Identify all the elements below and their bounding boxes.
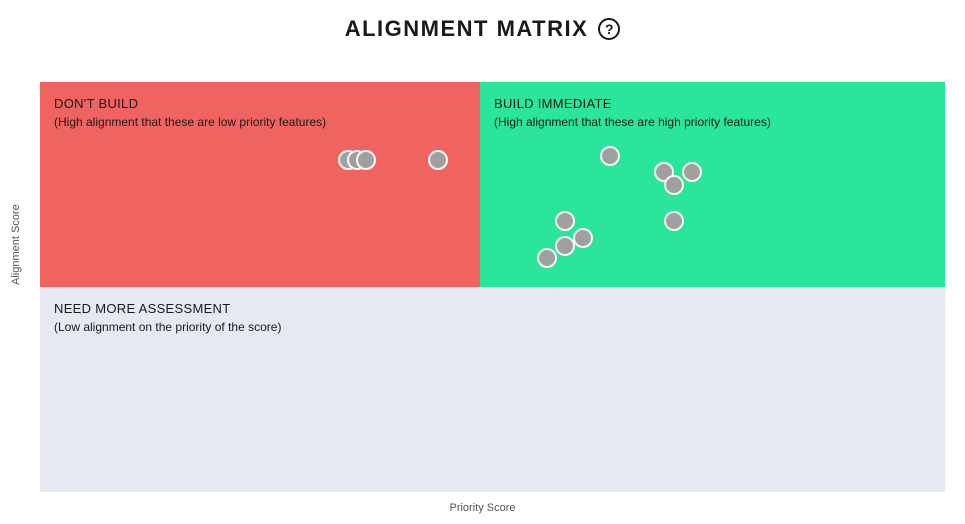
x-axis-label: Priority Score	[0, 502, 965, 514]
feature-dot[interactable]	[555, 211, 575, 231]
feature-dot[interactable]	[573, 228, 593, 248]
quadrant-subtitle: (Low alignment on the priority of the sc…	[54, 320, 931, 334]
y-axis-label: Alignment Score	[10, 204, 22, 285]
page-title: ALIGNMENT MATRIX	[345, 16, 589, 42]
feature-dot[interactable]	[356, 150, 376, 170]
quadrant-title: BUILD IMMEDIATE	[494, 96, 931, 111]
feature-dot[interactable]	[664, 211, 684, 231]
title-row: ALIGNMENT MATRIX ?	[0, 16, 965, 42]
feature-dot[interactable]	[664, 175, 684, 195]
quadrant-title: NEED MORE ASSESSMENT	[54, 301, 931, 316]
alignment-matrix: DON'T BUILD (High alignment that these a…	[40, 82, 945, 492]
quadrant-title: DON'T BUILD	[54, 96, 466, 111]
quadrant-subtitle: (High alignment that these are low prior…	[54, 115, 466, 129]
quadrant-dont-build: DON'T BUILD (High alignment that these a…	[40, 82, 480, 287]
help-icon[interactable]: ?	[598, 18, 620, 40]
feature-dot[interactable]	[600, 146, 620, 166]
feature-dot[interactable]	[537, 248, 557, 268]
feature-dot[interactable]	[428, 150, 448, 170]
feature-dot[interactable]	[555, 236, 575, 256]
feature-dot[interactable]	[682, 162, 702, 182]
quadrant-subtitle: (High alignment that these are high prio…	[494, 115, 931, 129]
quadrant-need-more: NEED MORE ASSESSMENT (Low alignment on t…	[40, 287, 945, 492]
